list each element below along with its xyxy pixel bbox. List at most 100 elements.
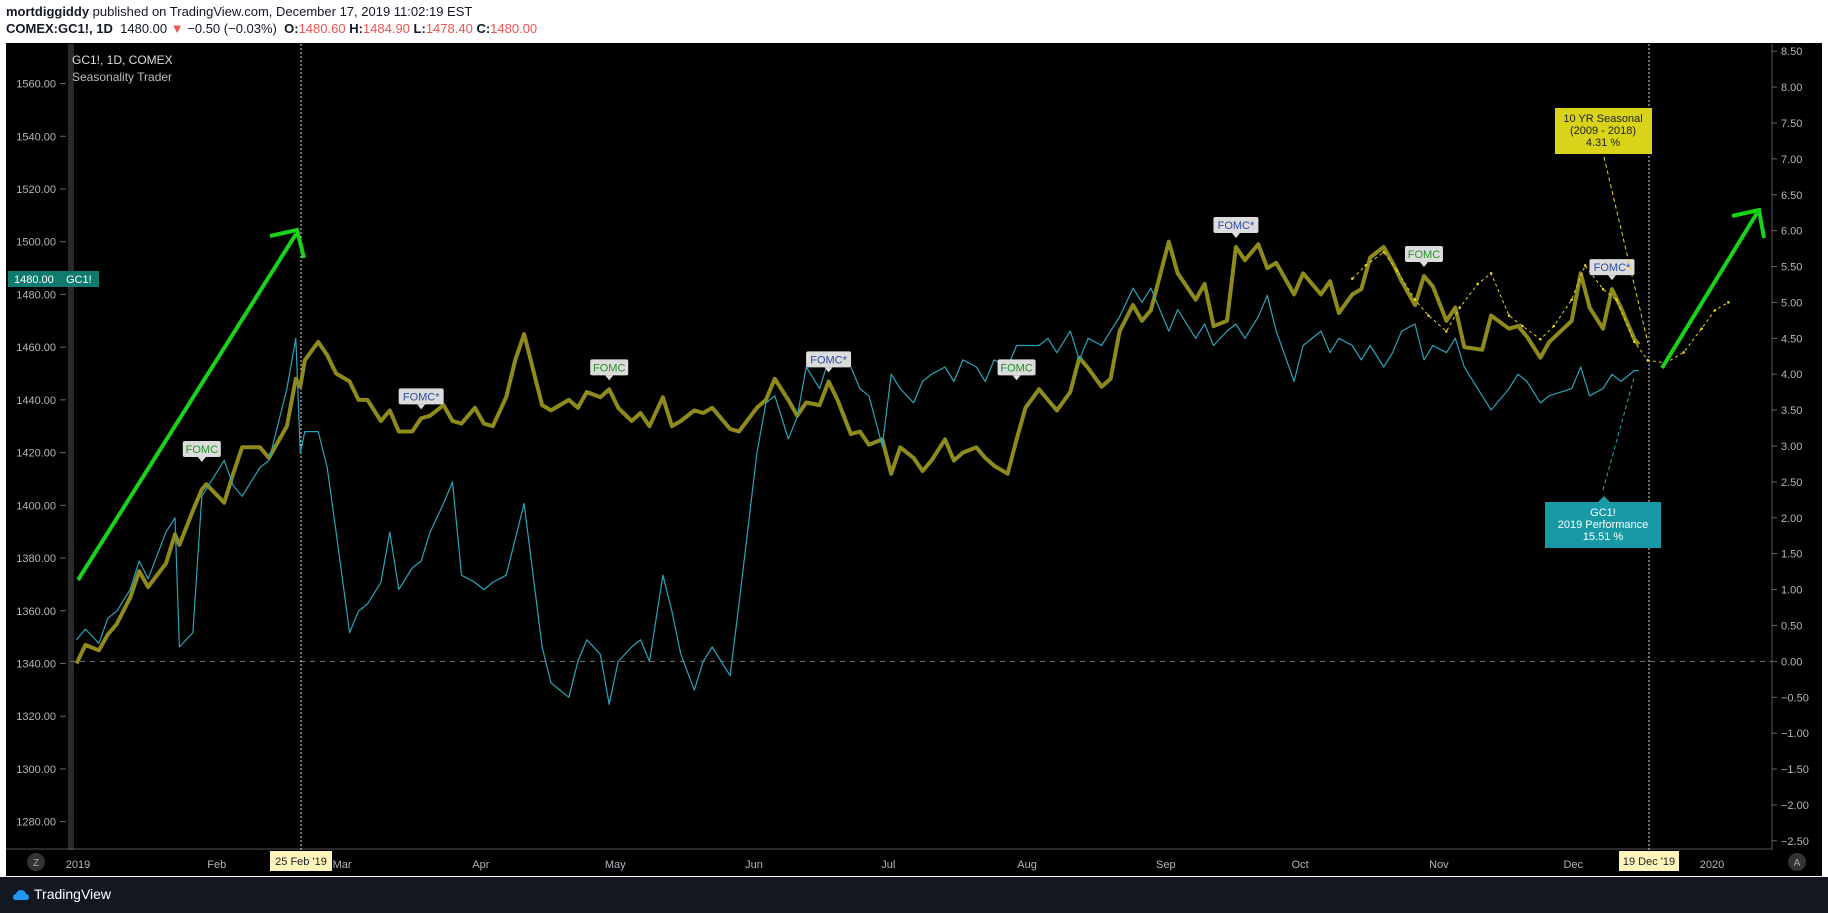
legend-title: GC1!, 1D, COMEX — [72, 53, 173, 67]
seasonal-point — [1507, 314, 1511, 317]
seasonal-point — [1615, 298, 1618, 301]
fomc-event-label: FOMC* — [403, 391, 440, 403]
seasonal-callout-line2: (2009 - 2018) — [1570, 125, 1636, 137]
left-tick-label: 1400.00 — [16, 500, 56, 512]
seasonal-point — [1727, 301, 1730, 304]
right-tick-label: −2.50 — [1781, 836, 1809, 848]
right-tick-label: 7.00 — [1781, 154, 1802, 166]
fomc-event-label: FOMC* — [1594, 262, 1631, 274]
right-tick-label: −0.50 — [1781, 692, 1809, 704]
timezone-button-label: Z — [33, 858, 39, 869]
seasonal-point — [1700, 327, 1703, 330]
time-tick-label: Nov — [1429, 859, 1449, 871]
auto-scale-button[interactable]: A — [1788, 853, 1806, 871]
left-tick-label: 1360.00 — [16, 606, 56, 618]
price-tag-symbol: GC1! — [66, 274, 92, 286]
left-tick-label: 1320.00 — [16, 711, 56, 723]
seasonal-point — [1489, 272, 1493, 275]
seasonal-point — [1521, 324, 1524, 328]
time-tick-label: May — [605, 859, 626, 871]
seasonal-point — [1351, 277, 1354, 280]
right-tick-label: 6.50 — [1781, 190, 1802, 202]
auto-scale-button-label: A — [1794, 858, 1801, 869]
seasonal-point — [1552, 324, 1556, 328]
fomc-event-label: FOMC — [186, 444, 218, 456]
right-tick-label: −1.50 — [1781, 764, 1809, 776]
footer-bar: TradingView — [0, 877, 1828, 913]
seasonal-callout[interactable]: 10 YR Seasonal (2009 - 2018) 4.31 % — [1555, 108, 1652, 154]
performance-callout-line1: GC1! — [1590, 507, 1616, 519]
right-tick-label: 3.00 — [1781, 441, 1802, 453]
seasonal-point — [1445, 330, 1448, 333]
seasonal-point — [1458, 306, 1462, 309]
date-marker-left-label: 25 Feb '19 — [275, 856, 327, 868]
seasonal-point — [1570, 298, 1573, 301]
left-tick-label: 1480.00 — [16, 289, 56, 301]
left-tick-label: 1420.00 — [16, 448, 56, 460]
left-tick-label: 1380.00 — [16, 553, 56, 565]
time-tick-label: Feb — [207, 859, 226, 871]
seasonal-point — [1539, 337, 1542, 341]
right-tick-label: 6.00 — [1781, 226, 1802, 238]
right-tick-label: 5.50 — [1781, 262, 1802, 274]
footer-brand[interactable]: TradingView — [34, 886, 111, 902]
time-tick-label: Apr — [472, 859, 489, 871]
left-tick-label: 1520.00 — [16, 184, 56, 196]
timezone-button[interactable]: Z — [27, 853, 45, 871]
left-tick-label: 1560.00 — [16, 79, 56, 91]
right-tick-label: 0.00 — [1781, 656, 1802, 668]
seasonal-point — [1601, 287, 1605, 291]
seasonal-point — [1682, 351, 1685, 354]
right-tick-label: 1.00 — [1781, 585, 1802, 597]
seasonal-point — [1382, 250, 1385, 254]
fomc-event-label: FOMC — [593, 362, 625, 374]
seasonal-point — [1364, 264, 1368, 267]
fomc-event-label: FOMC — [1000, 362, 1032, 374]
right-tick-label: 8.50 — [1781, 46, 1802, 58]
time-tick-label: 2020 — [1700, 859, 1724, 871]
price-tag-value: 1480.00 — [14, 274, 54, 286]
seasonal-callout-line1: 10 YR Seasonal — [1563, 113, 1642, 125]
time-tick-label: Jul — [881, 859, 895, 871]
left-tick-label: 1340.00 — [16, 658, 56, 670]
right-tick-label: 7.50 — [1781, 118, 1802, 130]
time-tick-label: Dec — [1563, 859, 1583, 871]
left-tick-label: 1280.00 — [16, 817, 56, 829]
fomc-event-label: FOMC* — [810, 354, 847, 366]
fomc-event-label: FOMC — [1408, 249, 1440, 261]
right-tick-label: 5.00 — [1781, 297, 1802, 309]
performance-callout-line2: 2019 Performance — [1558, 519, 1649, 531]
right-tick-label: 3.50 — [1781, 405, 1802, 417]
left-tick-label: 1300.00 — [16, 764, 56, 776]
time-tick-label: Oct — [1292, 859, 1309, 871]
time-tick-label: Mar — [333, 859, 352, 871]
date-marker-right: 19 Dec '19 — [1619, 851, 1679, 871]
time-tick-label: Aug — [1017, 859, 1037, 871]
performance-callout-line3: 15.51 % — [1583, 531, 1624, 543]
left-tick-label: 1440.00 — [16, 395, 56, 407]
performance-callout[interactable]: GC1! 2019 Performance 15.51 % — [1545, 496, 1661, 548]
right-tick-label: 1.50 — [1781, 549, 1802, 561]
seasonal-callout-line3: 4.31 % — [1586, 137, 1620, 149]
seasonal-point — [1413, 298, 1417, 301]
seasonal-point — [1395, 269, 1399, 273]
right-tick-label: 4.00 — [1781, 369, 1802, 381]
chart-left-bar — [68, 44, 74, 850]
seasonal-point — [1476, 282, 1479, 286]
right-tick-label: 4.50 — [1781, 333, 1802, 345]
right-tick-label: 2.50 — [1781, 477, 1802, 489]
right-tick-label: 0.50 — [1781, 620, 1802, 632]
time-tick-label: Jun — [745, 859, 763, 871]
seasonal-point — [1713, 308, 1717, 312]
left-tick-label: 1500.00 — [16, 237, 56, 249]
legend-indicator: Seasonality Trader — [72, 70, 172, 84]
cloud-icon — [13, 890, 29, 900]
date-marker-right-label: 19 Dec '19 — [1623, 856, 1675, 868]
time-tick-label: Sep — [1156, 859, 1176, 871]
chart-canvas[interactable]: 1560.00 1540.00 1520.00 1500.00 1480.00 1460.… — [0, 0, 1828, 877]
seasonal-point — [1427, 314, 1430, 317]
left-tick-label: 1540.00 — [16, 131, 56, 143]
right-tick-label: 2.00 — [1781, 513, 1802, 525]
time-tick-label: 2019 — [66, 859, 90, 871]
seasonal-point — [1633, 340, 1636, 344]
